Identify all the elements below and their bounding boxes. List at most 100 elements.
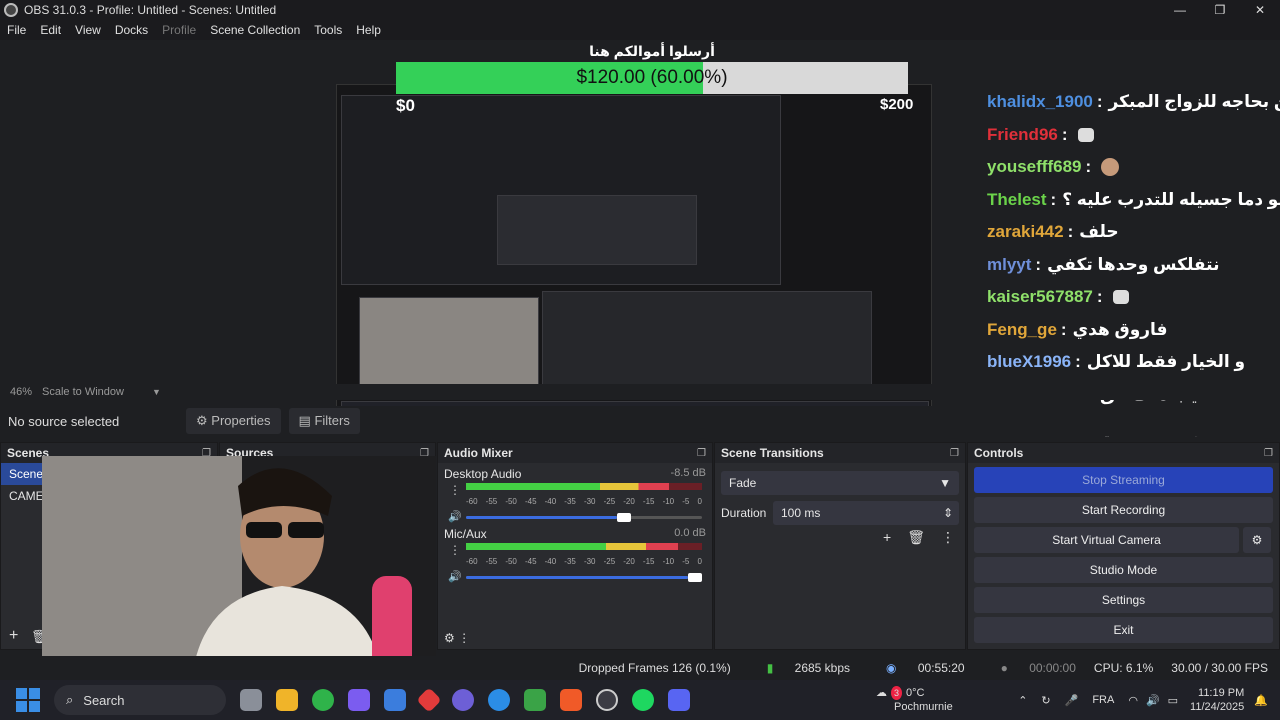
mixer-settings-icon[interactable]: ⚙ ⋮ (444, 631, 470, 645)
nested-obs-window (497, 195, 697, 265)
face-emote-icon (1101, 158, 1120, 177)
channel-name: Desktop Audio (444, 467, 522, 481)
duration-value: 100 ms (781, 506, 821, 520)
taskbar-search[interactable]: ⌕ Search (54, 685, 226, 715)
stream-time: 00:55:20 (917, 661, 965, 675)
meter-tick-label: 0 (697, 557, 702, 566)
properties-button[interactable]: ⚙ Properties (186, 408, 281, 434)
volume-slider[interactable] (466, 512, 702, 522)
channel-menu-icon[interactable]: ⋮ (444, 543, 466, 557)
task-view-icon[interactable] (240, 689, 262, 711)
controls-title: Controls (974, 446, 1024, 460)
brave-icon[interactable] (560, 689, 582, 711)
meter-tick-label: -5 (682, 557, 690, 566)
meter-tick-label: -30 (583, 497, 596, 506)
speaker-icon[interactable]: 🔊 (444, 570, 466, 583)
xbox-icon[interactable] (312, 689, 334, 711)
mixer-channel: Mic/Aux 0.0 dB ⋮ -60 -55 -50 -45 -40 -35 -30 -25 -2… (438, 523, 712, 583)
edge-icon[interactable] (488, 689, 510, 711)
maximize-button[interactable]: ❐ (1200, 0, 1240, 20)
bitrate: 2685 kbps (794, 661, 851, 675)
menu-view[interactable]: View (68, 23, 108, 37)
studio-mode-button[interactable]: Studio Mode (974, 557, 1273, 583)
hands-emote-icon (1112, 290, 1129, 305)
undock-icon[interactable]: ❐ (697, 448, 706, 459)
anydesk-icon[interactable] (416, 687, 442, 713)
speaker-icon[interactable]: 🔊 (444, 510, 466, 523)
start-virtual-camera-button[interactable]: Start Virtual Camera ⚙ (974, 527, 1271, 553)
chat-username: blueX1996 (987, 352, 1072, 372)
obs-logo-icon (4, 3, 18, 17)
clock[interactable]: 11:19 PM 11/24/2025 (1190, 686, 1244, 714)
menu-file[interactable]: File (0, 23, 33, 37)
chevron-up-icon[interactable]: ⌃ (1018, 694, 1027, 707)
volume-icon[interactable]: 🔊 (1146, 694, 1160, 707)
start-recording-button[interactable]: Start Recording (974, 497, 1273, 523)
spotify-icon[interactable] (632, 689, 654, 711)
start-virtual-camera-label: Start Virtual Camera (1052, 533, 1161, 547)
meter-tick-label: -55 (485, 557, 498, 566)
menu-help[interactable]: Help (349, 23, 388, 37)
chat-separator: : (1075, 352, 1081, 372)
menu-edit[interactable]: Edit (33, 23, 68, 37)
chat-app-icon[interactable] (452, 689, 474, 711)
chat-message: kaiser567887: (980, 281, 1280, 314)
add-scene-icon[interactable]: + (9, 627, 18, 645)
notification-icon[interactable]: 🔔 (1254, 694, 1268, 707)
weather-widget[interactable]: ☁ 3 0°C Pochmurnie (876, 686, 953, 714)
chevron-down-icon[interactable]: ▼ (152, 387, 161, 397)
add-transition-icon[interactable]: + (883, 529, 891, 546)
undock-icon[interactable]: ❐ (1264, 448, 1273, 459)
chat-username: Thelest (987, 189, 1047, 209)
utorrent-icon[interactable] (524, 689, 546, 711)
stream-icon: ◉ (886, 661, 897, 675)
meter-tick-label: -50 (505, 497, 517, 506)
preview-canvas (336, 84, 932, 420)
obs-taskbar-icon[interactable] (596, 689, 618, 711)
mic-icon[interactable]: 🎤 (1065, 694, 1079, 707)
duration-input[interactable]: 100 ms ⇕ (773, 501, 959, 525)
discord-icon[interactable] (668, 689, 690, 711)
channel-menu-icon[interactable]: ⋮ (444, 483, 466, 497)
chat-message: Friend96: (980, 119, 1280, 152)
chat-text: هل يجبو دما جسيله للتدرب عليه ؟ (1062, 189, 1280, 209)
nested-docks (542, 291, 872, 391)
gear-icon[interactable]: ⚙ (1243, 527, 1271, 553)
window-title: OBS 31.0.3 - Profile: Untitled - Scenes:… (24, 3, 277, 17)
meter-tick-label: -40 (544, 497, 557, 506)
settings-button[interactable]: Settings (974, 587, 1273, 613)
minimize-button[interactable]: — (1160, 0, 1200, 20)
audio-mixer-title: Audio Mixer (444, 446, 513, 460)
menu-scene-collection[interactable]: Scene Collection (203, 23, 307, 37)
cpu-usage: CPU: 6.1% (1093, 661, 1154, 675)
transition-select[interactable]: Fade ▼ (721, 471, 959, 495)
close-button[interactable]: ✕ (1240, 0, 1280, 20)
channel-name: Mic/Aux (444, 527, 487, 541)
stop-streaming-button[interactable]: Stop Streaming (974, 467, 1273, 493)
exit-button[interactable]: Exit (974, 617, 1273, 643)
wifi-icon[interactable]: ◠ (1128, 694, 1138, 707)
volume-meter (466, 543, 702, 557)
menu-profile[interactable]: Profile (155, 23, 203, 37)
channel-db: -8.5 dB (670, 467, 706, 479)
menu-docks[interactable]: Docks (108, 23, 155, 37)
sync-icon[interactable]: ↻ (1041, 694, 1050, 707)
transitions-title: Scene Transitions (721, 446, 824, 460)
windows-start-icon[interactable] (16, 688, 40, 712)
battery-icon[interactable]: ▭ (1168, 694, 1178, 707)
meter-tick-label: -60 (466, 497, 478, 506)
language-indicator[interactable]: FRA (1092, 694, 1114, 706)
volume-slider[interactable] (466, 572, 702, 582)
donation-title: أرسلوا أموالكم هنا (589, 43, 715, 59)
copilot-icon[interactable] (348, 689, 370, 711)
zoom-mode-select[interactable]: Scale to Window (42, 386, 152, 398)
undock-icon[interactable]: ❐ (950, 448, 959, 459)
more-icon[interactable]: ⋮ (941, 529, 955, 546)
filters-button[interactable]: ▤ Filters (288, 408, 360, 434)
trash-icon[interactable]: 🗑 (907, 529, 925, 546)
menu-tools[interactable]: Tools (307, 23, 349, 37)
spin-arrows-icon[interactable]: ⇕ (943, 501, 953, 525)
chat-text: نتفلكس وحدها تكفي (1047, 254, 1220, 274)
store-icon[interactable] (384, 689, 406, 711)
file-explorer-icon[interactable] (276, 689, 298, 711)
